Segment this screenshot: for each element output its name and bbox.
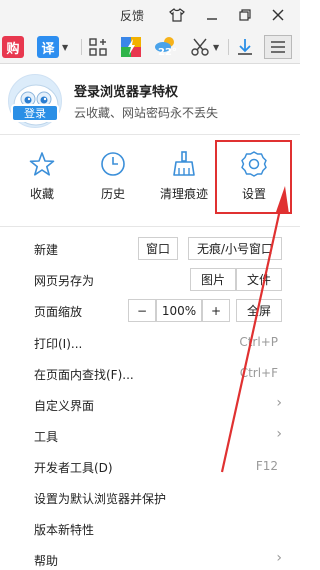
save-image-button[interactable]: 图片 xyxy=(190,268,236,291)
menu-devtools-label: 开发者工具(D) xyxy=(34,461,113,475)
favorites-label: 收藏 xyxy=(29,187,54,201)
divider xyxy=(0,226,300,227)
screenshot-scissors-icon xyxy=(191,38,209,56)
close-icon[interactable] xyxy=(269,6,287,24)
login-button[interactable]: 登录 xyxy=(11,104,59,122)
weather-button[interactable]: 22° xyxy=(153,35,179,59)
menu-help-label: 帮助 xyxy=(34,554,59,568)
zoom-level: 100% xyxy=(156,299,202,322)
history-label: 历史 xyxy=(100,187,125,201)
weather-temperature: 22° xyxy=(158,47,177,58)
clear-traces-button[interactable]: 清理痕迹 xyxy=(154,150,214,210)
restore-icon[interactable] xyxy=(236,6,254,24)
menu-set-default[interactable]: 设置为默认浏览器并保护 xyxy=(0,482,300,513)
zoom-out-button[interactable]: − xyxy=(128,299,156,322)
menu-tools-label: 工具 xyxy=(34,430,59,444)
menu-help[interactable]: 帮助 › xyxy=(0,544,300,570)
menu-devtools-shortcut: F12 xyxy=(255,459,278,473)
history-button[interactable]: 历史 xyxy=(83,150,143,210)
menu-new-label: 新建 xyxy=(34,243,59,257)
apps-button[interactable] xyxy=(88,35,108,59)
divider xyxy=(0,134,300,135)
menu-new-features-label: 版本新特性 xyxy=(34,523,95,537)
menu-button[interactable] xyxy=(264,35,292,59)
chevron-right-icon: › xyxy=(276,426,282,442)
menu-find-label: 在页面内查找(F)... xyxy=(34,368,134,382)
favorites-button[interactable]: 收藏 xyxy=(12,150,72,210)
minimize-icon[interactable] xyxy=(203,6,221,24)
buy-icon: 购 xyxy=(2,36,24,58)
new-incognito-window-button[interactable]: 无痕/小号窗口 xyxy=(188,237,282,260)
account-section: 登录 登录浏览器享特权 云收藏、网站密码永不丢失 xyxy=(0,64,300,132)
translate-button[interactable]: 译 ▼ xyxy=(37,35,68,59)
menu-devtools[interactable]: 开发者工具(D) F12 xyxy=(0,451,300,482)
download-button[interactable] xyxy=(235,35,255,59)
menu-save-as: 网页另存为 图片 文件 xyxy=(0,264,300,295)
menu-customize[interactable]: 自定义界面 › xyxy=(0,389,300,420)
menu-zoom-label: 页面缩放 xyxy=(34,305,83,319)
screenshot-button[interactable]: ▼ xyxy=(190,35,219,59)
color-app-icon xyxy=(121,37,141,57)
menu-find-shortcut: Ctrl+F xyxy=(239,366,278,380)
clock-icon xyxy=(101,152,125,176)
broom-icon xyxy=(173,151,195,176)
menu-new: 新建 窗口 无痕/小号窗口 xyxy=(0,233,300,264)
zoom-in-button[interactable]: + xyxy=(202,299,230,322)
menu-print[interactable]: 打印(I)... Ctrl+P xyxy=(0,327,300,358)
title-bar: 反馈 xyxy=(0,0,300,30)
chevron-down-icon[interactable]: ▼ xyxy=(213,43,219,52)
account-subtitle: 云收藏、网站密码永不丢失 xyxy=(74,106,219,120)
color-app-button[interactable] xyxy=(120,35,142,59)
download-icon xyxy=(238,39,252,55)
menu-customize-label: 自定义界面 xyxy=(34,399,95,413)
menu-zoom: 页面缩放 − 100% + 全屏 xyxy=(0,295,300,326)
menu-print-shortcut: Ctrl+P xyxy=(239,335,278,349)
menu-set-default-label: 设置为默认浏览器并保护 xyxy=(34,492,167,506)
menu-save-as-label: 网页另存为 xyxy=(34,274,95,288)
account-title[interactable]: 登录浏览器享特权 xyxy=(74,81,178,100)
toolbar-divider xyxy=(81,39,82,55)
feedback-link[interactable]: 反馈 xyxy=(120,7,144,24)
chevron-down-icon[interactable]: ▼ xyxy=(62,43,68,52)
chevron-right-icon: › xyxy=(276,395,282,411)
menu-icon xyxy=(271,41,285,53)
menu-print-label: 打印(I)... xyxy=(34,337,83,351)
save-file-button[interactable]: 文件 xyxy=(236,268,282,291)
toolbar: 购 译 ▼ 22° ▼ xyxy=(0,30,300,64)
translate-icon: 译 xyxy=(37,36,59,58)
apps-icon xyxy=(89,38,107,56)
menu-find[interactable]: 在页面内查找(F)... Ctrl+F xyxy=(0,358,300,389)
menu-new-features[interactable]: 版本新特性 xyxy=(0,513,300,544)
buy-button[interactable]: 购 xyxy=(2,35,24,59)
toolbar-divider xyxy=(228,39,229,55)
shirt-icon[interactable] xyxy=(168,6,186,24)
clear-traces-label: 清理痕迹 xyxy=(159,187,208,201)
fullscreen-button[interactable]: 全屏 xyxy=(236,299,282,322)
chevron-right-icon: › xyxy=(276,550,282,566)
menu-tools[interactable]: 工具 › xyxy=(0,420,300,451)
star-icon xyxy=(29,152,55,176)
settings-highlight-box xyxy=(215,140,292,214)
new-window-button[interactable]: 窗口 xyxy=(138,237,178,260)
